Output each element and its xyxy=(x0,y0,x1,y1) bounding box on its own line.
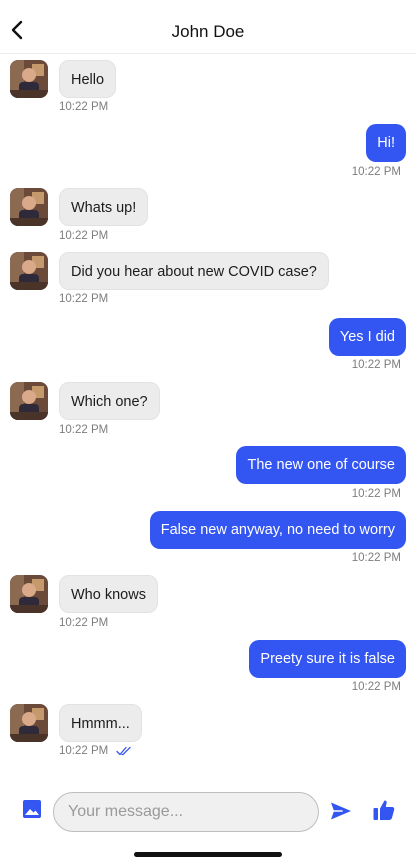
message-bubble[interactable]: Whats up! xyxy=(59,188,149,226)
thumbs-up-icon[interactable] xyxy=(372,798,396,822)
message-composer xyxy=(0,786,416,840)
double-check-icon xyxy=(116,746,132,756)
avatar[interactable] xyxy=(10,575,48,613)
message-bubble[interactable]: Hi! xyxy=(366,124,406,162)
page-title: John Doe xyxy=(171,22,245,41)
avatar[interactable] xyxy=(10,252,48,290)
message-bubble[interactable]: False new anyway, no need to worry xyxy=(149,511,406,549)
message-time-with-status: 10:22 PM xyxy=(59,745,132,757)
message-input-wrapper xyxy=(53,792,319,832)
avatar[interactable] xyxy=(10,382,48,420)
message-time: 10:22 PM xyxy=(351,359,401,371)
message-input[interactable] xyxy=(54,793,318,831)
message-time: 10:22 PM xyxy=(59,230,109,242)
message-bubble[interactable]: The new one of course xyxy=(236,446,406,484)
message-time: 10:22 PM xyxy=(59,745,109,757)
message-time: 10:22 PM xyxy=(59,293,109,305)
chat-header: John Doe xyxy=(0,0,416,54)
message-bubble[interactable]: Did you hear about new COVID case? xyxy=(59,252,329,290)
message-bubble[interactable]: Which one? xyxy=(59,382,160,420)
avatar[interactable] xyxy=(10,704,48,742)
message-time: 10:22 PM xyxy=(351,166,401,178)
avatar[interactable] xyxy=(10,60,48,98)
message-bubble[interactable]: Preety sure it is false xyxy=(249,640,406,678)
image-icon[interactable] xyxy=(22,799,42,819)
message-time: 10:22 PM xyxy=(59,617,109,629)
message-list[interactable]: Hello 10:22 PM Hi! 10:22 PM Whats up! 10… xyxy=(0,54,416,784)
home-indicator xyxy=(134,852,282,857)
message-bubble[interactable]: Who knows xyxy=(59,575,158,613)
message-bubble[interactable]: Hmmm... xyxy=(59,704,142,742)
message-time: 10:22 PM xyxy=(59,424,109,436)
message-time: 10:22 PM xyxy=(351,488,401,500)
message-time: 10:22 PM xyxy=(59,101,109,113)
message-time: 10:22 PM xyxy=(351,681,401,693)
message-bubble[interactable]: Hello xyxy=(59,60,117,98)
avatar[interactable] xyxy=(10,188,48,226)
send-icon[interactable] xyxy=(330,801,352,821)
message-bubble[interactable]: Yes I did xyxy=(328,318,406,356)
message-time: 10:22 PM xyxy=(351,552,401,564)
